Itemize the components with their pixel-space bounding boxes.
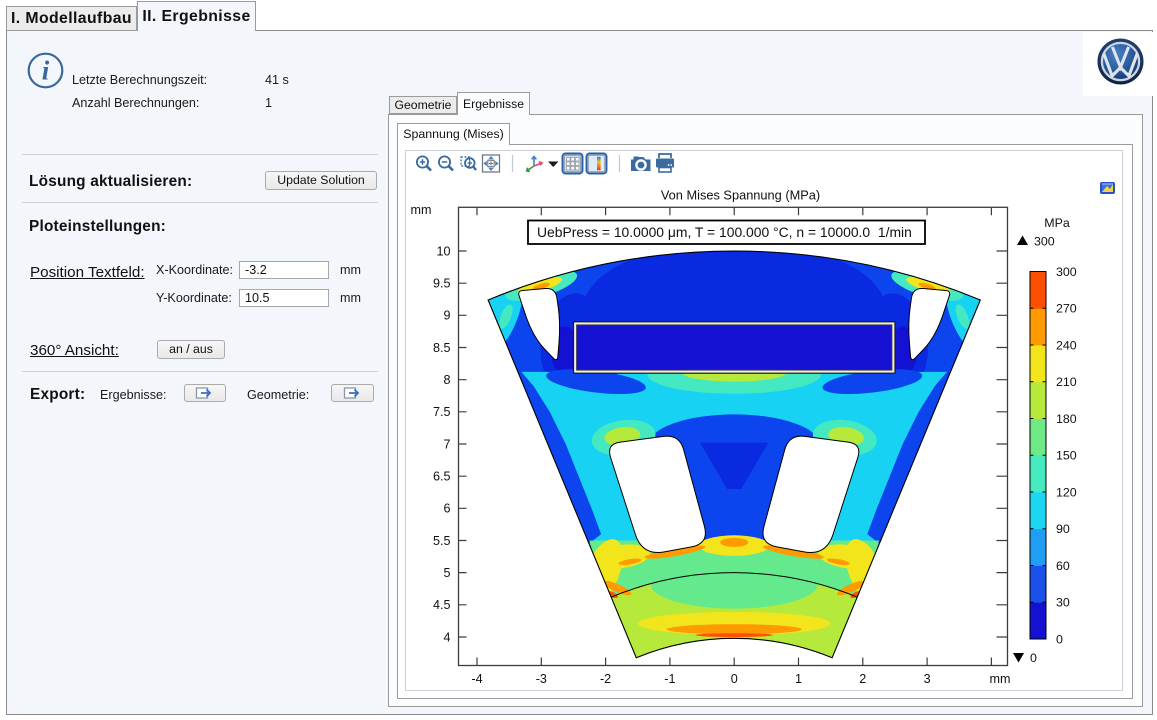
svg-text:i: i	[42, 56, 50, 86]
svg-text:-3: -3	[536, 672, 547, 686]
svg-text:300: 300	[1034, 235, 1055, 249]
svg-text:4: 4	[443, 630, 450, 644]
svg-text:4.5: 4.5	[433, 598, 451, 612]
svg-text:10: 10	[436, 244, 450, 258]
svg-text:mm: mm	[411, 203, 432, 217]
svg-text:0: 0	[1056, 632, 1063, 646]
svg-text:7.5: 7.5	[433, 405, 451, 419]
svg-text:1: 1	[795, 672, 802, 686]
svg-text:0: 0	[731, 672, 738, 686]
svg-text:0: 0	[1030, 651, 1037, 665]
svg-text:90: 90	[1056, 522, 1070, 536]
svg-text:7: 7	[443, 437, 450, 451]
svg-text:5.5: 5.5	[433, 534, 451, 548]
svg-text:MPa: MPa	[1044, 216, 1070, 230]
svg-text:210: 210	[1056, 375, 1077, 389]
svg-text:120: 120	[1056, 485, 1077, 499]
svg-text:-4: -4	[471, 672, 482, 686]
svg-text:240: 240	[1056, 338, 1077, 352]
svg-text:2: 2	[859, 672, 866, 686]
svg-text:UebPress = 10.0000 μm, T = 100: UebPress = 10.0000 μm, T = 100.000 °C, n…	[537, 224, 912, 240]
svg-text:3: 3	[924, 672, 931, 686]
svg-text:Von Mises Spannung (MPa): Von Mises Spannung (MPa)	[661, 188, 820, 203]
svg-text:5: 5	[443, 566, 450, 580]
svg-text:8: 8	[443, 373, 450, 387]
svg-text:300: 300	[1056, 265, 1077, 279]
svg-text:8.5: 8.5	[433, 341, 451, 355]
svg-text:30: 30	[1056, 596, 1070, 610]
svg-text:6.5: 6.5	[433, 470, 451, 484]
svg-text:9: 9	[443, 309, 450, 323]
svg-text:-1: -1	[664, 672, 675, 686]
svg-text:60: 60	[1056, 559, 1070, 573]
svg-text:6: 6	[443, 502, 450, 516]
svg-text:270: 270	[1056, 302, 1077, 316]
svg-text:mm: mm	[990, 672, 1011, 686]
svg-text:150: 150	[1056, 449, 1077, 463]
svg-text:9.5: 9.5	[433, 277, 451, 291]
svg-text:180: 180	[1056, 412, 1077, 426]
svg-text:-2: -2	[600, 672, 611, 686]
